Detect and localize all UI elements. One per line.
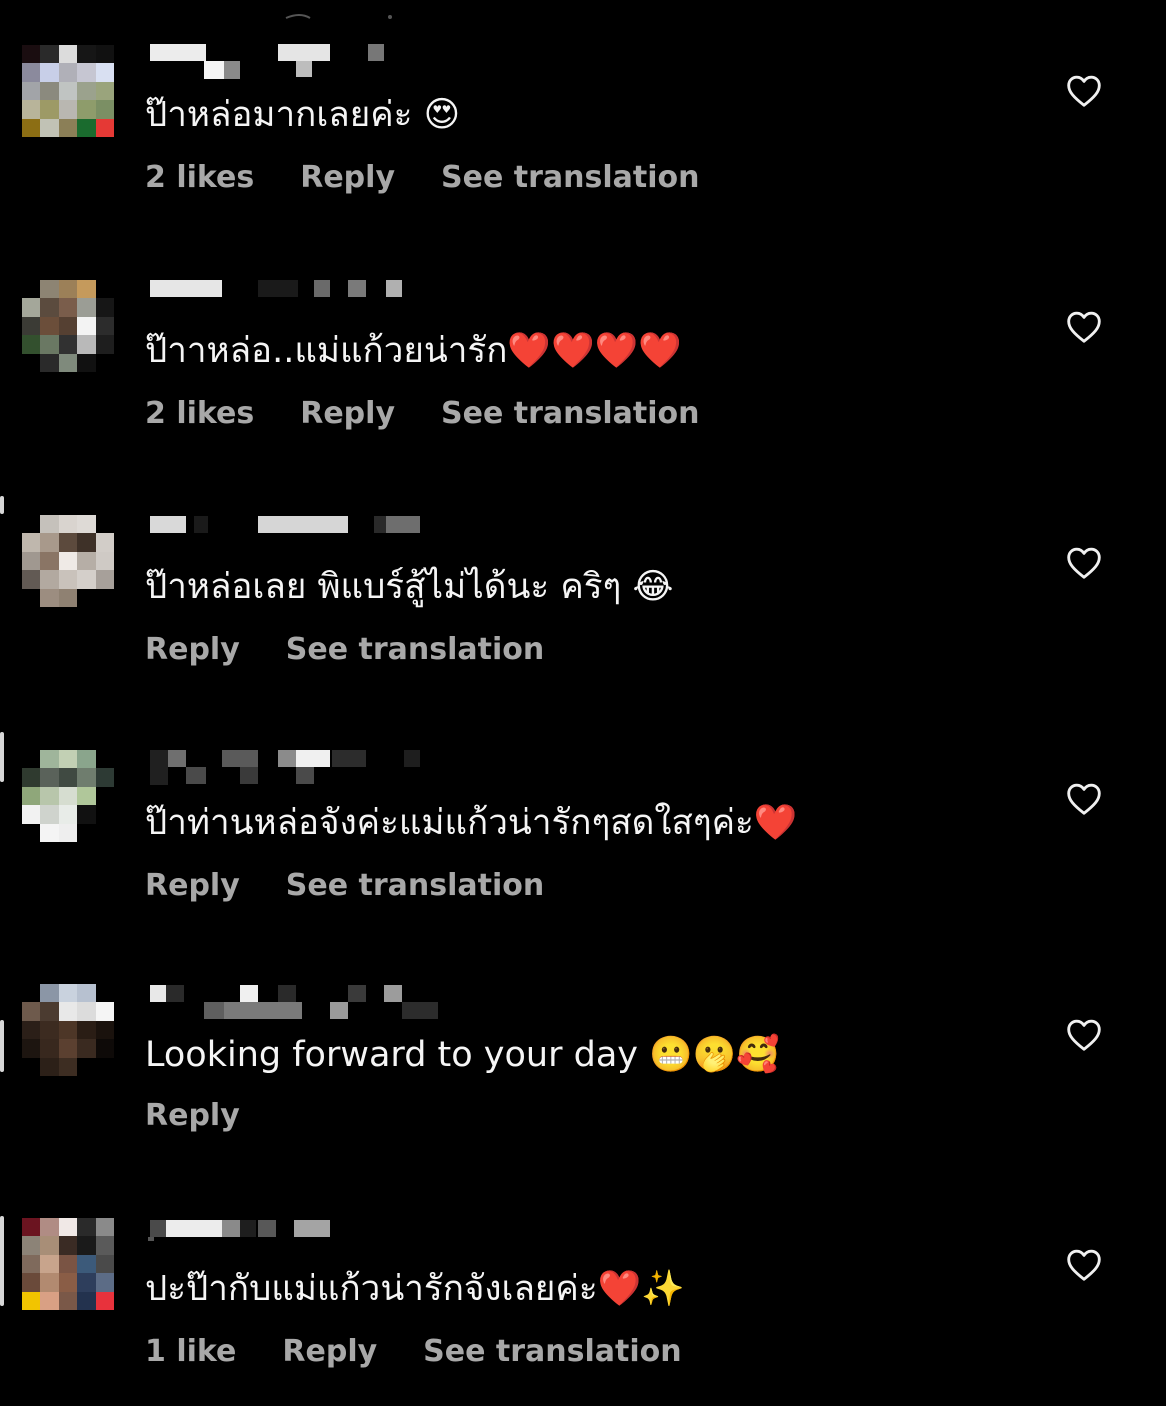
avatar[interactable] <box>22 45 114 137</box>
reply-button[interactable]: Reply <box>145 1096 240 1136</box>
see-translation-button[interactable]: See translation <box>441 394 699 434</box>
likes-count[interactable]: 2 likes <box>145 394 254 434</box>
reply-button[interactable]: Reply <box>145 630 240 670</box>
heart-outline-icon[interactable] <box>1066 546 1102 580</box>
comment-text: Looking forward to your day 😬🫢🥰 <box>145 1035 780 1075</box>
avatar[interactable] <box>22 750 114 842</box>
heart-outline-icon[interactable] <box>1066 1018 1102 1052</box>
comment-item: ป๊าาหล่อ..แม่แก้วยน่ารัก❤️❤️❤️❤️ 2 likes… <box>0 236 1166 472</box>
comment-actions: Reply <box>145 1096 240 1136</box>
reply-button[interactable]: Reply <box>145 866 240 906</box>
comment-item: ปะป๊ากับแม่แก้วน่ารักจังเลยค่ะ❤️✨ 1 like… <box>0 1174 1166 1406</box>
heart-outline-icon[interactable] <box>1066 1248 1102 1282</box>
comment-text: ปะป๊ากับแม่แก้วน่ารักจังเลยค่ะ❤️✨ <box>145 1269 685 1309</box>
comment-actions: Reply See translation <box>145 630 544 670</box>
comment-text: ป๊าท่านหล่อจังค่ะแม่แก้วน่ารักๆสดใสๆค่ะ❤… <box>145 803 798 843</box>
heart-outline-icon[interactable] <box>1066 74 1102 108</box>
comments-screen: ป๊าหล่อมากเลยค่ะ 😍 2 likes Reply See tra… <box>0 0 1166 1406</box>
see-translation-button[interactable]: See translation <box>286 630 544 670</box>
reply-button[interactable]: Reply <box>282 1332 377 1372</box>
reply-button[interactable]: Reply <box>300 394 395 434</box>
comment-item: ป๊าหล่อมากเลยค่ะ 😍 2 likes Reply See tra… <box>0 0 1166 236</box>
username-redacted[interactable] <box>148 985 448 1021</box>
comment-actions: 2 likes Reply See translation <box>145 394 699 434</box>
heart-outline-icon[interactable] <box>1066 310 1102 344</box>
comment-item: Looking forward to your day 😬🫢🥰 Reply <box>0 944 1166 1180</box>
reply-button[interactable]: Reply <box>300 158 395 198</box>
comment-text: ป๊าาหล่อ..แม่แก้วยน่ารัก❤️❤️❤️❤️ <box>145 331 682 371</box>
comment-text: ป๊าหล่อมากเลยค่ะ 😍 <box>145 95 461 135</box>
see-translation-button[interactable]: See translation <box>423 1332 681 1372</box>
avatar[interactable] <box>22 515 114 607</box>
see-translation-button[interactable]: See translation <box>441 158 699 198</box>
comment-actions: 2 likes Reply See translation <box>145 158 699 198</box>
comment-text: ป๊าหล่อเลย พิแบร์สู้ไม่ได้นะ คริๆ 😂 <box>145 567 674 607</box>
avatar[interactable] <box>22 984 114 1076</box>
username-redacted[interactable] <box>148 280 448 316</box>
comment-actions: Reply See translation <box>145 866 544 906</box>
username-redacted[interactable] <box>148 1220 448 1256</box>
comment-item: ป๊าท่านหล่อจังค่ะแม่แก้วน่ารักๆสดใสๆค่ะ❤… <box>0 708 1166 944</box>
username-redacted[interactable] <box>148 750 448 786</box>
heart-outline-icon[interactable] <box>1066 782 1102 816</box>
username-redacted[interactable] <box>148 516 448 552</box>
comment-actions: 1 like Reply See translation <box>145 1332 682 1372</box>
avatar[interactable] <box>22 1218 114 1310</box>
comment-item: ป๊าหล่อเลย พิแบร์สู้ไม่ได้นะ คริๆ 😂 Repl… <box>0 472 1166 708</box>
username-redacted[interactable] <box>148 44 448 80</box>
likes-count[interactable]: 1 like <box>145 1332 236 1372</box>
avatar[interactable] <box>22 280 114 372</box>
see-translation-button[interactable]: See translation <box>286 866 544 906</box>
likes-count[interactable]: 2 likes <box>145 158 254 198</box>
